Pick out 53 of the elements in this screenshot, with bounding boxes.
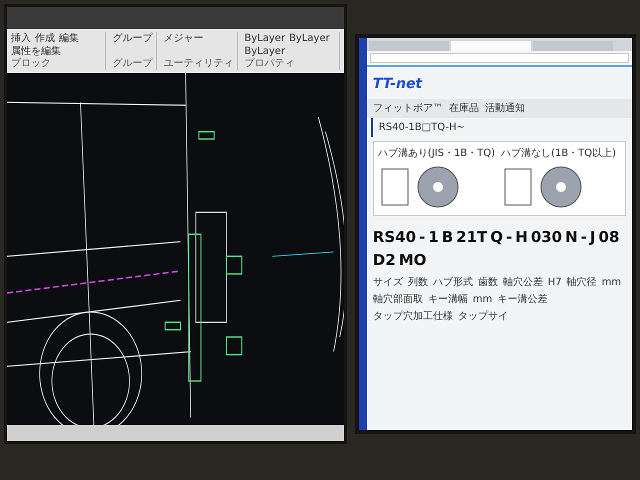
- part-code-text: MO: [398, 250, 426, 270]
- ribbon-tool[interactable]: グループ: [112, 32, 152, 45]
- part-code-text: N: [565, 227, 578, 248]
- part-code-text: H: [515, 227, 528, 248]
- code-legend-label: キー溝公差: [497, 292, 548, 307]
- part-code-text: -: [419, 227, 426, 248]
- part-code-text: 21T: [456, 227, 488, 248]
- ribbon-tool[interactable]: 属性を編集: [11, 45, 61, 58]
- ribbon-group-label: ブロック: [11, 58, 52, 70]
- nav-link[interactable]: フィットボア™: [372, 101, 443, 116]
- part-code-text: -: [580, 227, 587, 248]
- part-code-text: 1: [428, 227, 439, 248]
- site-logo[interactable]: TT-net: [372, 76, 422, 92]
- ribbon-tool[interactable]: 挿入: [11, 32, 31, 45]
- part-code-text: J: [590, 227, 596, 248]
- part-code-text: B: [442, 227, 454, 248]
- code-legend-label: キー溝幅: [428, 292, 468, 307]
- figure-caption: ハブ溝あり(JIS・1B・TQ): [378, 146, 496, 161]
- part-code-text: D2: [372, 250, 396, 270]
- code-legend-label: タップ穴加工仕様: [372, 310, 453, 324]
- part-code-text: RS40: [372, 227, 416, 248]
- code-legend-label: mm: [602, 276, 622, 290]
- nav-link[interactable]: 活動通知: [484, 101, 525, 116]
- code-legend-label: 軸穴径: [566, 276, 597, 290]
- ribbon-group-label: プロパティ: [244, 58, 296, 70]
- code-legend-label: 歯数: [478, 276, 498, 290]
- code-legend-label: サイズ: [372, 276, 403, 290]
- address-bar[interactable]: [370, 53, 629, 63]
- code-legend-label: H7: [548, 276, 562, 290]
- browser-tab[interactable]: [450, 41, 531, 51]
- part-code-text: 08: [598, 227, 620, 248]
- ribbon-tool[interactable]: 作成: [35, 32, 55, 45]
- part-code-text: -: [506, 227, 512, 248]
- breadcrumb: RS40-1B□TQ-H~: [370, 118, 632, 137]
- code-legend-label: mm: [472, 293, 492, 307]
- code-legend-label: 列数: [408, 276, 428, 290]
- part-code-text: Q: [490, 227, 504, 248]
- ribbon-group-label: ユーティリティ: [163, 58, 234, 70]
- ribbon-tool[interactable]: ByLayer: [244, 45, 286, 58]
- code-legend-label: タップサイ: [458, 310, 508, 324]
- browser-tab[interactable]: [532, 41, 613, 51]
- code-legend-label: 軸穴公差: [502, 276, 543, 290]
- ribbon-tool[interactable]: ByLayer: [289, 32, 330, 45]
- part-code-text: 030: [530, 227, 562, 248]
- ribbon-group-label: グループ: [112, 58, 152, 70]
- ribbon-tool[interactable]: 編集: [59, 32, 79, 45]
- ribbon-tool[interactable]: ByLayer: [244, 32, 286, 45]
- browser-tab[interactable]: [368, 41, 449, 51]
- figure-caption: ハブ溝なし(1B・TQ以上): [501, 146, 616, 161]
- nav-link[interactable]: 在庫品: [448, 101, 479, 116]
- ribbon-tool[interactable]: メジャー: [163, 32, 204, 45]
- code-legend-label: ハブ形式: [432, 276, 473, 290]
- code-legend-label: 軸穴部面取: [372, 292, 423, 307]
